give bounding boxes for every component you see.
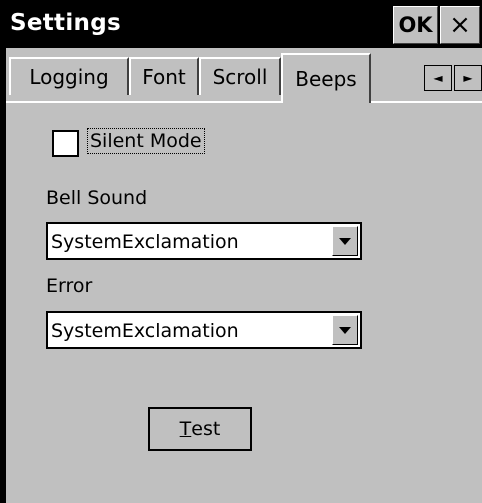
- tab-logging[interactable]: Logging: [9, 57, 129, 95]
- error-sound-value: SystemExclamation: [51, 320, 239, 342]
- silent-mode-checkbox[interactable]: [52, 130, 79, 157]
- error-sound-dropdown-button[interactable]: [332, 315, 358, 345]
- test-button[interactable]: Test: [148, 407, 252, 451]
- title-bar: Settings OK ×: [0, 0, 482, 48]
- chevron-left-icon: ◄: [433, 71, 443, 85]
- tab-scroll[interactable]: Scroll: [199, 57, 281, 95]
- tab-scroll-left-button[interactable]: ◄: [424, 65, 452, 91]
- ok-button[interactable]: OK: [393, 6, 438, 44]
- window-title: Settings: [10, 10, 121, 36]
- tab-scroll-right-button[interactable]: ►: [454, 65, 482, 91]
- silent-mode-label[interactable]: Silent Mode: [87, 128, 205, 154]
- test-button-mnemonic: T: [179, 418, 192, 440]
- error-label: Error: [46, 275, 93, 297]
- bell-sound-dropdown-button[interactable]: [332, 226, 358, 256]
- test-button-label: est: [191, 418, 221, 440]
- error-sound-select[interactable]: SystemExclamation: [46, 311, 362, 349]
- chevron-right-icon: ►: [463, 71, 473, 85]
- tab-beeps[interactable]: Beeps: [281, 53, 371, 103]
- chevron-down-icon: [339, 237, 351, 245]
- settings-window: Settings OK × Logging Font Scroll Beeps …: [0, 0, 482, 503]
- bell-sound-label: Bell Sound: [46, 187, 148, 209]
- chevron-down-icon: [339, 326, 351, 334]
- bell-sound-select[interactable]: SystemExclamation: [46, 222, 362, 260]
- tab-scroll-arrows: ◄ ►: [424, 65, 482, 91]
- close-button[interactable]: ×: [440, 6, 480, 44]
- bell-sound-value: SystemExclamation: [51, 231, 239, 253]
- tab-font[interactable]: Font: [129, 57, 199, 95]
